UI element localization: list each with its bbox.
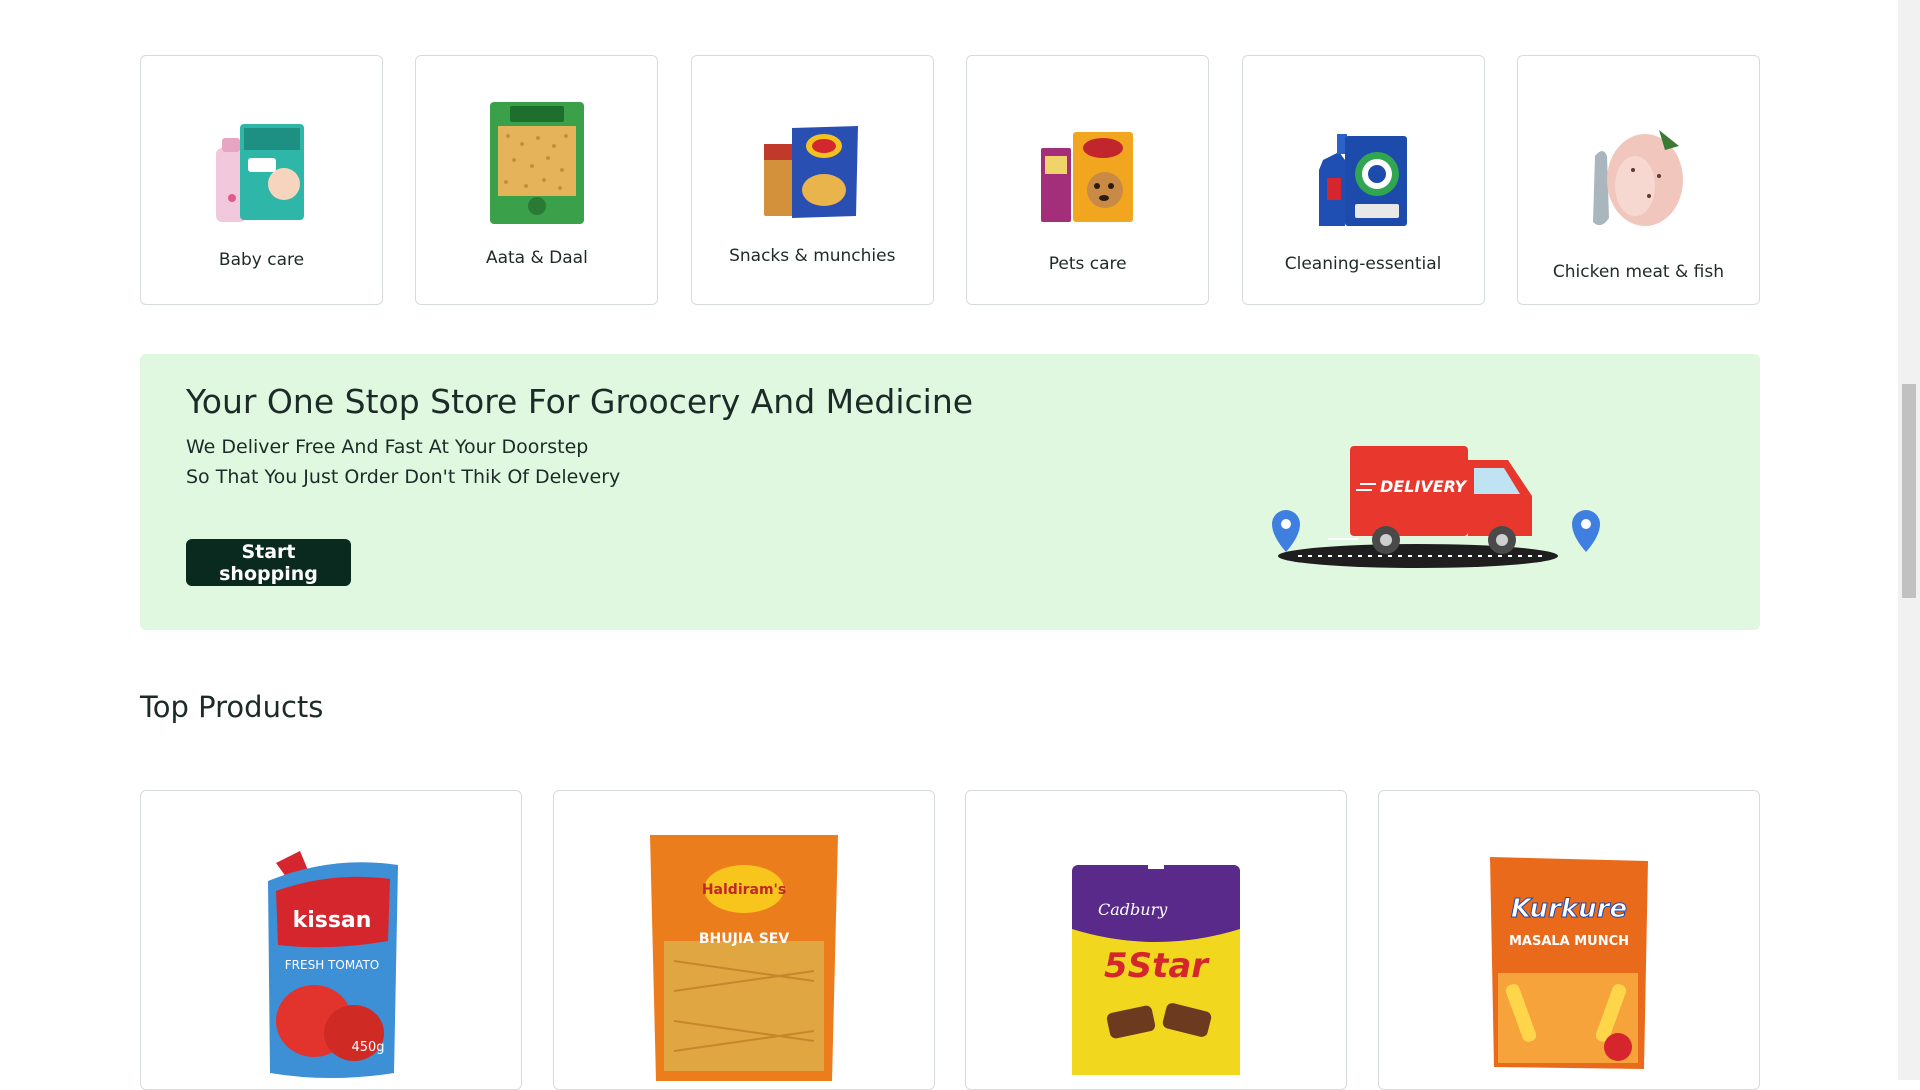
section-title: Top Products — [140, 690, 324, 724]
chicken-fish-icon — [1593, 130, 1684, 226]
category-chicken-meat-fish[interactable]: Chicken meat & fish — [1516, 55, 1760, 305]
product-list: kissan FRESH TOMATO 450g Haldiram's BHUJ… — [140, 790, 1760, 1090]
snacks-pack-icon — [764, 126, 859, 218]
kurkure-icon: Kurkure MASALA MUNCH — [1489, 857, 1648, 1069]
truck-label: DELIVERY — [1380, 477, 1468, 496]
page-scrollbar[interactable] — [1898, 0, 1920, 1080]
product-subtitle: BHUJIA SEV — [698, 931, 789, 947]
promo-banner: Your One Stop Store For Groocery And Med… — [140, 354, 1760, 630]
category-pets-care[interactable]: Pets care — [966, 55, 1210, 305]
product-weight: 450g — [351, 1040, 384, 1055]
banner-title: Your One Stop Store For Groocery And Med… — [186, 382, 974, 421]
category-label: Chicken meat & fish — [1552, 262, 1724, 282]
product-brand: kissan — [293, 908, 372, 933]
category-baby-care[interactable]: Baby care — [140, 55, 383, 305]
product-brand: Haldiram's — [701, 882, 785, 898]
location-pin-icon — [1272, 510, 1300, 552]
product-card[interactable]: kissan FRESH TOMATO 450g — [140, 790, 522, 1090]
pet-food-icon — [1040, 132, 1133, 222]
start-shopping-button[interactable]: Start shopping — [186, 539, 351, 586]
aata-daal-pack-icon — [489, 102, 584, 224]
category-label: Aata & Daal — [485, 248, 588, 268]
category-list: Baby care Aata & Daal Snacks & munchies — [140, 55, 1760, 307]
kissan-ketchup-icon: kissan FRESH TOMATO 450g — [268, 851, 398, 1078]
product-card[interactable]: Haldiram's BHUJIA SEV — [552, 790, 935, 1090]
product-brand: Cadbury — [1098, 900, 1168, 919]
category-label: Snacks & munchies — [729, 246, 896, 266]
category-snacks-munchies[interactable]: Snacks & munchies — [690, 55, 934, 305]
product-subtitle: 5Star — [1104, 946, 1210, 986]
banner-subtitle-line-2: So That You Just Order Don't Thik Of Del… — [186, 466, 621, 488]
category-cleaning-essential[interactable]: Cleaning-essential — [1241, 55, 1485, 305]
location-pin-icon — [1572, 510, 1600, 552]
haldirams-bhujia-icon: Haldiram's BHUJIA SEV — [649, 835, 838, 1081]
product-subtitle: FRESH TOMATO — [285, 958, 379, 972]
category-label: Pets care — [1048, 254, 1127, 274]
cleaning-products-icon — [1319, 134, 1408, 226]
truck-icon: DELIVERY — [1328, 446, 1532, 554]
category-aata-daal[interactable]: Aata & Daal — [415, 55, 659, 305]
cadbury-5star-icon: Cadbury 5Star — [1072, 859, 1241, 1075]
product-card[interactable]: Cadbury 5Star — [965, 790, 1348, 1090]
category-label: Cleaning-essential — [1284, 254, 1442, 274]
delivery-truck-illustration: DELIVERY — [1272, 446, 1600, 568]
scrollbar-thumb[interactable] — [1902, 384, 1916, 598]
product-brand: Kurkure — [1511, 894, 1627, 924]
banner-subtitle-line-1: We Deliver Free And Fast At Your Doorste… — [186, 436, 589, 458]
product-subtitle: MASALA MUNCH — [1509, 934, 1629, 949]
product-card[interactable]: Kurkure MASALA MUNCH — [1377, 790, 1760, 1090]
baby-care-products-icon — [215, 124, 304, 222]
category-label: Baby care — [218, 250, 305, 270]
